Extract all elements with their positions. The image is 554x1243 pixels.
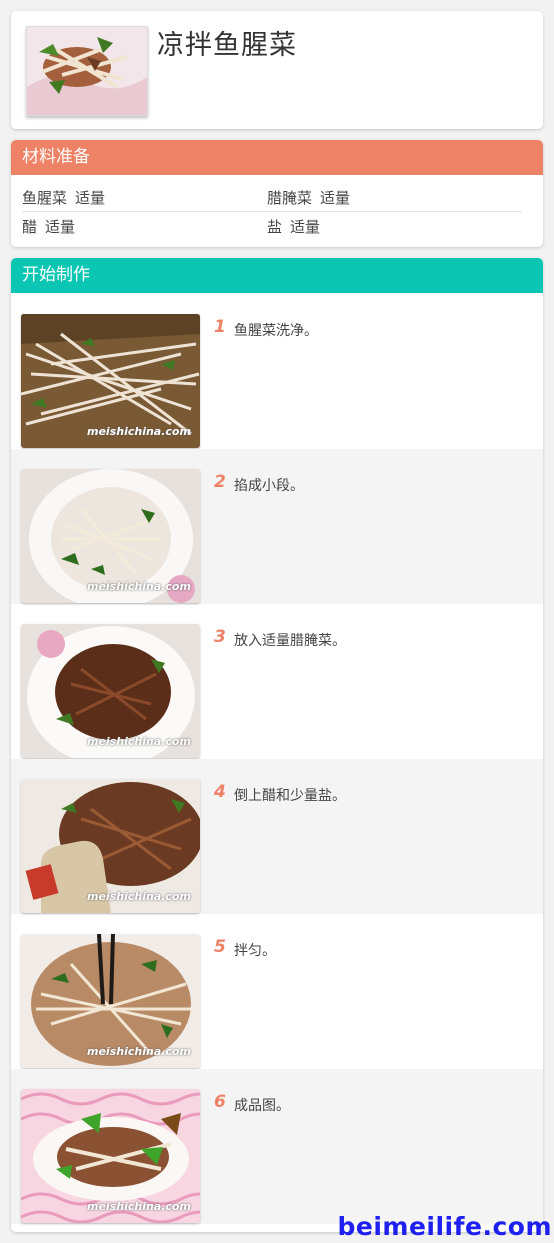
watermark: meishichina.com xyxy=(87,425,191,438)
watermark: meishichina.com xyxy=(87,890,191,903)
ingredient-item: 鱼腥菜 适量 xyxy=(22,187,105,208)
step-text: 成品图。 xyxy=(234,1098,290,1114)
step-photo[interactable]: meishichina.com xyxy=(21,624,200,758)
ingredient-amount: 适量 xyxy=(290,218,321,236)
step-photo[interactable]: meishichina.com xyxy=(21,469,200,603)
step-item: meishichina.com 1 鱼腥菜洗净。 xyxy=(11,294,543,449)
watermark: meishichina.com xyxy=(87,1200,191,1213)
ingredient-row: 鱼腥菜 适量 腊腌菜 适量 xyxy=(22,183,522,212)
ingredient-name: 腊腌菜 xyxy=(267,189,313,207)
step-photo[interactable]: meishichina.com xyxy=(21,779,200,913)
ingredients-card: 材料准备 鱼腥菜 适量 腊腌菜 适量 醋适量 盐适量 xyxy=(11,140,543,247)
watermark: meishichina.com xyxy=(87,735,191,748)
step-item: meishichina.com 5 拌匀。 xyxy=(11,914,543,1069)
steps-heading: 开始制作 xyxy=(11,258,543,293)
ingredient-row: 醋适量 盐适量 xyxy=(22,212,522,240)
step-item: meishichina.com 2 掐成小段。 xyxy=(11,449,543,604)
recipe-title: 凉拌鱼腥菜 xyxy=(157,30,297,61)
step-number: 5 xyxy=(214,937,226,957)
ingredient-name: 盐 xyxy=(267,218,283,236)
ingredient-item: 腊腌菜 适量 xyxy=(267,187,350,208)
step-number: 3 xyxy=(214,627,226,647)
ingredient-amount: 适量 xyxy=(45,218,76,236)
ingredient-item: 醋适量 xyxy=(22,216,75,237)
steps-card: 开始制作 meishichina.com 1 鱼腥菜洗净。 meishichin… xyxy=(11,258,543,1232)
step-number: 2 xyxy=(214,472,226,492)
step-item: meishichina.com 6 成品图。 xyxy=(11,1069,543,1224)
recipe-header-card: 凉拌鱼腥菜 xyxy=(11,11,543,129)
watermark: meishichina.com xyxy=(87,580,191,593)
step-text: 倒上醋和少量盐。 xyxy=(234,788,346,804)
step-number: 1 xyxy=(214,317,226,337)
watermark: meishichina.com xyxy=(87,1045,191,1058)
step-text: 鱼腥菜洗净。 xyxy=(234,323,318,339)
step-item: meishichina.com 4 倒上醋和少量盐。 xyxy=(11,759,543,914)
step-number: 4 xyxy=(214,782,226,802)
step-text: 掐成小段。 xyxy=(234,478,304,494)
ingredient-amount: 适量 xyxy=(75,189,106,207)
ingredient-name: 醋 xyxy=(22,218,38,236)
step-item: meishichina.com 3 放入适量腊腌菜。 xyxy=(11,604,543,759)
step-text: 放入适量腊腌菜。 xyxy=(234,633,346,649)
recipe-thumbnail[interactable] xyxy=(26,26,148,116)
brand-watermark: beimeilife.com xyxy=(337,1212,552,1241)
ingredient-item: 盐适量 xyxy=(267,216,320,237)
step-text: 拌匀。 xyxy=(234,943,276,959)
step-photo[interactable]: meishichina.com xyxy=(21,934,200,1068)
step-photo[interactable]: meishichina.com xyxy=(21,1089,200,1223)
step-number: 6 xyxy=(214,1092,226,1112)
ingredients-heading: 材料准备 xyxy=(11,140,543,175)
step-photo[interactable]: meishichina.com xyxy=(21,314,200,448)
ingredient-amount: 适量 xyxy=(320,189,351,207)
ingredient-name: 鱼腥菜 xyxy=(22,189,68,207)
